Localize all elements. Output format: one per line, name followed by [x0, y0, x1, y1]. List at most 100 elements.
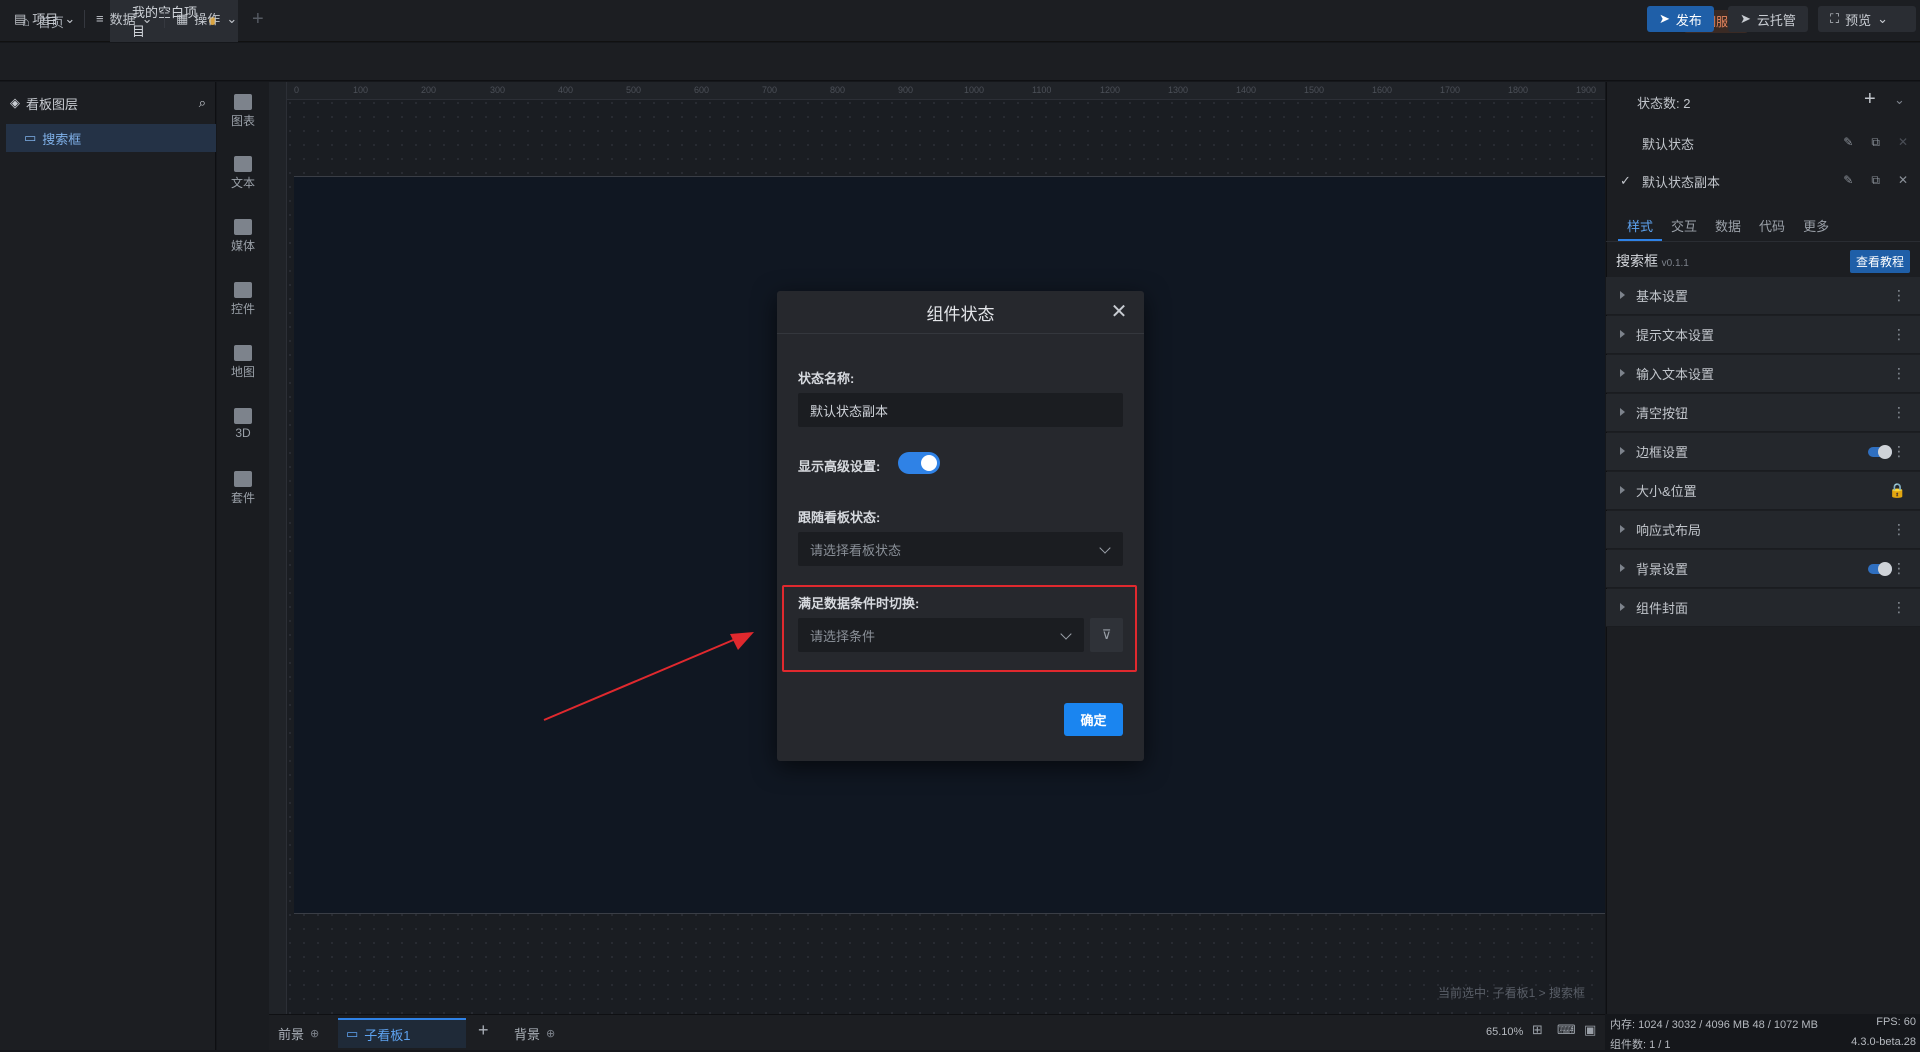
preview-label: 预览 [1845, 12, 1872, 28]
board-tab-background[interactable]: 背景 ⊕ [514, 1018, 555, 1048]
preview-button[interactable]: ⛶ 预览 ⌄ [1818, 6, 1916, 32]
section-placeholder-text[interactable]: 提示文本设置 ⋮ [1606, 316, 1920, 354]
close-icon[interactable]: ✕ [1106, 299, 1132, 325]
add-circle-icon[interactable]: ⊕ [546, 1027, 555, 1040]
state-count: 状态数: 2 [1637, 96, 1691, 111]
delete-icon[interactable]: ✕ [1898, 135, 1908, 150]
follow-board-select[interactable]: 请选择看板状态 [798, 532, 1123, 566]
section-clear-button[interactable]: 清空按钮 ⋮ [1606, 394, 1920, 432]
add-state-icon[interactable]: + [1864, 88, 1876, 111]
layer-item-label: 搜索框 [42, 131, 82, 147]
state-item[interactable]: 默认状态 ✎ ⧉ ✕ [1606, 125, 1920, 161]
chevron-down-icon [1099, 542, 1111, 554]
delete-icon[interactable]: ✕ [1898, 173, 1908, 188]
more-icon[interactable]: ⋮ [1892, 521, 1906, 538]
menu-data[interactable]: ≡ 数据 ⌄ [96, 9, 153, 28]
tool-control[interactable]: 控件 [217, 274, 269, 324]
section-label: 大小&位置 [1636, 484, 1697, 499]
copy-icon[interactable]: ⧉ [1871, 135, 1880, 150]
status-bar: 内存: 1024 / 3032 / 4096 MB 48 / 1072 MB F… [1606, 1014, 1920, 1051]
board-tab-sub[interactable]: ▭ 子看板1 [338, 1018, 466, 1048]
grid-icon: ▦ [176, 10, 189, 26]
tool-map[interactable]: 地图 [217, 337, 269, 387]
section-responsive[interactable]: 响应式布局 ⋮ [1606, 511, 1920, 549]
section-border[interactable]: 边框设置 ⋮ [1606, 433, 1920, 471]
more-icon[interactable]: ⋮ [1892, 599, 1906, 616]
more-icon[interactable]: ⋮ [1892, 443, 1906, 460]
edit-icon[interactable]: ✎ [1843, 173, 1853, 188]
tool-text-label: 文本 [230, 175, 255, 190]
tool-kit[interactable]: 套件 [217, 463, 269, 513]
tab-more[interactable]: 更多 [1794, 206, 1838, 241]
section-background[interactable]: 背景设置 ⋮ [1606, 550, 1920, 588]
confirm-button[interactable]: 确定 [1064, 703, 1123, 736]
state-name: 默认状态 [1642, 136, 1695, 152]
more-icon[interactable]: ⋮ [1892, 326, 1906, 343]
more-icon[interactable]: ⋮ [1892, 287, 1906, 304]
ruler-tick: 1700 [1440, 85, 1461, 95]
section-label: 组件封面 [1636, 601, 1689, 616]
add-tab-icon[interactable]: + [252, 8, 264, 31]
copy-icon[interactable]: ⧉ [1871, 173, 1880, 188]
more-icon[interactable]: ⋮ [1892, 404, 1906, 421]
view-tutorial-button[interactable]: 查看教程 [1849, 249, 1910, 273]
search-icon[interactable]: ⌕ [199, 95, 206, 111]
layer-item[interactable]: ▭ 搜索框 [6, 124, 216, 152]
ruler-tick: 1900 [1576, 85, 1597, 95]
section-size-position[interactable]: 大小&位置 🔒 [1606, 472, 1920, 510]
tool-chart[interactable]: 图表 [217, 86, 269, 136]
state-item[interactable]: ✓ 默认状态副本 ✎ ⧉ ✕ [1606, 163, 1920, 199]
ruler-tick: 300 [490, 85, 506, 95]
menu-divider [164, 10, 165, 28]
add-board-icon[interactable]: + [478, 1020, 489, 1041]
section-basic[interactable]: 基本设置 ⋮ [1606, 277, 1920, 315]
edit-icon[interactable]: ✎ [1843, 135, 1853, 150]
cloud-host-button[interactable]: ➤ 云托管 [1728, 6, 1808, 32]
memory-usage: 内存: 1024 / 3032 / 4096 MB 48 / 1072 MB [1610, 1019, 1818, 1031]
state-name-input[interactable]: 默认状态副本 [798, 393, 1123, 427]
tab-style[interactable]: 样式 [1618, 206, 1663, 241]
ruler-top[interactable]: 0 100 200 300 400 500 600 700 800 900 10… [269, 82, 1605, 100]
ruler-tick: 1400 [1236, 85, 1257, 95]
switch-condition-placeholder: 请选择条件 [810, 628, 876, 644]
tool-3d[interactable]: 3D [217, 399, 269, 449]
chevron-down-icon: ⌄ [141, 10, 153, 26]
show-advanced-toggle[interactable] [898, 452, 940, 474]
ruler-tick: 400 [558, 85, 574, 95]
border-toggle[interactable] [1868, 445, 1892, 459]
condition-filter-icon[interactable]: ⊽ [1090, 618, 1123, 652]
menu-data-label: 数据 [109, 12, 136, 27]
tool-media[interactable]: 媒体 [217, 211, 269, 261]
follow-board-label: 跟随看板状态: [798, 510, 881, 525]
terminal-icon[interactable]: ▣ [1584, 1022, 1596, 1038]
ruler-tick: 1600 [1372, 85, 1393, 95]
switch-condition-select[interactable]: 请选择条件 [798, 618, 1084, 652]
tab-interaction[interactable]: 交互 [1662, 206, 1706, 241]
background-toggle[interactable] [1868, 562, 1892, 576]
more-icon[interactable]: ⋮ [1892, 365, 1906, 382]
follow-board-placeholder: 请选择看板状态 [810, 542, 902, 558]
add-circle-icon[interactable]: ⊕ [310, 1027, 319, 1040]
chevron-down-icon: ⌄ [1877, 11, 1889, 26]
menu-operation[interactable]: ▦ 操作 ⌄ [176, 9, 237, 28]
ruler-tick: 700 [762, 85, 778, 95]
menu-project[interactable]: ▤ 项目 ⌄ [14, 9, 75, 28]
tab-code[interactable]: 代码 [1750, 206, 1794, 241]
tab-data[interactable]: 数据 [1706, 206, 1750, 241]
ruler-tick: 1000 [964, 85, 985, 95]
tool-text[interactable]: 文本 [217, 148, 269, 198]
section-input-text[interactable]: 输入文本设置 ⋮ [1606, 355, 1920, 393]
board-tab-foreground[interactable]: 前景 ⊕ [278, 1018, 319, 1048]
state-name: 默认状态副本 [1642, 174, 1721, 190]
more-icon[interactable]: ⋮ [1892, 560, 1906, 577]
zoom-level[interactable]: 65.10% [1486, 1026, 1523, 1038]
keyboard-icon[interactable]: ⌨ [1557, 1022, 1576, 1038]
ruler-left[interactable] [269, 82, 287, 1014]
ruler-tick: 600 [694, 85, 710, 95]
board-bar [269, 1014, 1605, 1050]
section-cover[interactable]: 组件封面 ⋮ [1606, 589, 1920, 627]
fit-screen-icon[interactable]: ⊞ [1532, 1022, 1543, 1038]
publish-button[interactable]: ➤ 发布 [1647, 6, 1714, 32]
lock-icon[interactable]: 🔒 [1889, 482, 1906, 499]
chevron-down-icon[interactable]: ⌄ [1894, 92, 1905, 108]
